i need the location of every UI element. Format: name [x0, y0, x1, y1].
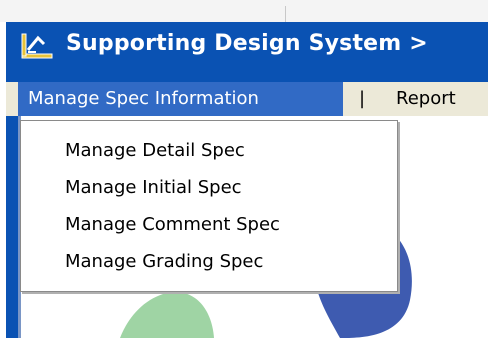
dropdown-menu: Manage Detail Spec Manage Initial Spec M…	[20, 120, 398, 292]
menu-item-manage-initial-spec[interactable]: Manage Initial Spec	[65, 172, 242, 204]
menu-item-manage-grading-spec[interactable]: Manage Grading Spec	[65, 246, 263, 278]
menu-item-manage-detail-spec[interactable]: Manage Detail Spec	[65, 135, 245, 167]
menu-item-manage-comment-spec[interactable]: Manage Comment Spec	[65, 209, 280, 241]
